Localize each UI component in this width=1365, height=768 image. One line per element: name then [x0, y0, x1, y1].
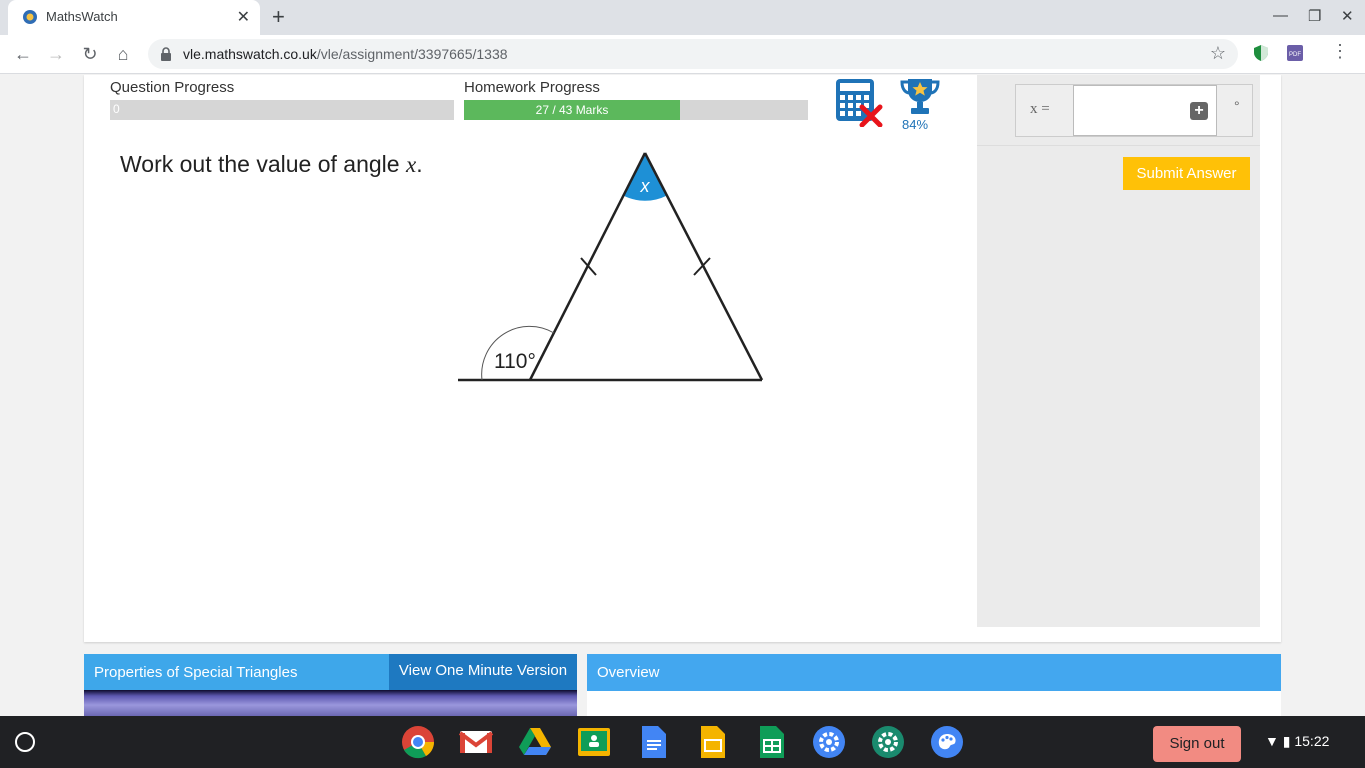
answer-input[interactable]: +: [1073, 85, 1217, 136]
google-docs-icon[interactable]: [636, 725, 670, 759]
submit-answer-button[interactable]: Submit Answer: [1123, 157, 1250, 190]
homework-progress-text: 27 / 43 Marks: [535, 103, 609, 117]
overview-title: Overview: [597, 664, 660, 681]
reload-icon[interactable]: ↻: [79, 43, 101, 65]
exterior-angle-label: 110°: [494, 350, 536, 373]
address-bar[interactable]: vle.mathswatch.co.uk/vle/assignment/3397…: [148, 39, 1238, 69]
status-tray[interactable]: ▼ ▮ 15:22: [1265, 733, 1329, 750]
home-icon[interactable]: ⌂: [112, 43, 134, 65]
right-side: [643, 152, 764, 381]
question-text-end: .: [416, 151, 423, 177]
back-icon[interactable]: ←: [12, 43, 34, 65]
url-path: /vle/assignment/3397665/1338: [316, 46, 508, 62]
minimize-icon[interactable]: —: [1273, 7, 1288, 24]
restore-icon[interactable]: ❐: [1308, 7, 1321, 25]
video-header: Properties of Special Triangles View One…: [84, 654, 577, 691]
degree-unit: °: [1234, 98, 1240, 114]
settings-blue-icon[interactable]: [812, 725, 846, 759]
svg-text:PDF: PDF: [1289, 52, 1301, 58]
sign-out-button[interactable]: Sign out: [1153, 726, 1241, 762]
tab-strip: MathsWatch ✕ + — ❐ ✕: [0, 0, 1365, 35]
question-progress-bar: 0: [110, 100, 454, 120]
canvas-paint-icon[interactable]: [930, 725, 964, 759]
overview-header: Overview: [587, 654, 1281, 691]
homework-progress-bar: 27 / 43 Marks: [464, 100, 808, 120]
google-sheets-icon[interactable]: [754, 725, 788, 759]
divider: [977, 145, 1260, 146]
question-variable: x: [405, 152, 417, 177]
top-angle-label: x: [640, 176, 651, 196]
forward-icon[interactable]: →: [45, 43, 67, 65]
lock-icon: [161, 47, 171, 61]
bookmark-star-icon[interactable]: ☆: [1210, 43, 1226, 64]
calculator-not-allowed-icon[interactable]: [834, 77, 884, 127]
browser-toolbar: ← → ↻ ⌂ vle.mathswatch.co.uk/vle/assignm…: [0, 35, 1365, 74]
answer-label: x =: [1030, 101, 1050, 117]
url-domain: vle.mathswatch.co.uk: [183, 46, 317, 62]
question-progress-label: Question Progress: [110, 79, 235, 96]
gmail-icon[interactable]: [459, 725, 493, 759]
video-title: Properties of Special Triangles: [94, 664, 298, 681]
google-classroom-icon[interactable]: [577, 725, 611, 759]
google-drive-icon[interactable]: [518, 725, 552, 759]
overview-body: [587, 691, 1281, 716]
browser-menu-icon[interactable]: ⋮: [1331, 41, 1349, 62]
page-content: Question Progress 0 Homework Progress 27…: [0, 75, 1365, 716]
mathswatch-favicon-icon: [23, 10, 37, 24]
answer-panel: x = + ° Submit Answer: [977, 75, 1260, 627]
trophy-percentage: 84%: [902, 117, 929, 132]
wifi-icon: ▼: [1265, 733, 1279, 749]
browser-tab[interactable]: MathsWatch ✕: [8, 0, 260, 35]
close-window-icon[interactable]: ✕: [1341, 7, 1354, 25]
chrome-icon[interactable]: [401, 725, 435, 759]
new-tab-icon[interactable]: +: [272, 4, 285, 30]
battery-icon: ▮: [1282, 733, 1291, 749]
url-text: vle.mathswatch.co.uk/vle/assignment/3397…: [183, 46, 508, 62]
video-thumbnail[interactable]: [84, 690, 577, 716]
tab-title: MathsWatch: [46, 9, 118, 24]
answer-row: x = + °: [1015, 84, 1253, 137]
homework-progress-label: Homework Progress: [464, 79, 600, 96]
clock: 15:22: [1294, 733, 1330, 749]
os-shelf: Sign out ▼ ▮ 15:22: [0, 716, 1365, 768]
pdf-extension-icon[interactable]: PDF: [1286, 44, 1304, 62]
view-one-minute-button[interactable]: View One Minute Version: [389, 654, 577, 691]
close-tab-icon[interactable]: ✕: [237, 7, 250, 27]
launcher-icon[interactable]: [15, 732, 35, 752]
google-slides-icon[interactable]: [695, 725, 729, 759]
question-text-main: Work out the value of angle: [120, 151, 406, 177]
question-text: Work out the value of angle x.: [120, 151, 423, 178]
triangle-diagram: x 110°: [458, 152, 764, 382]
trophy-icon[interactable]: [899, 76, 941, 116]
plus-icon[interactable]: +: [1190, 102, 1208, 120]
settings-gear-icon[interactable]: [871, 725, 905, 759]
question-progress-value: 0: [113, 102, 120, 116]
question-card: Question Progress 0 Homework Progress 27…: [84, 75, 1281, 642]
shield-extension-icon[interactable]: [1252, 44, 1270, 62]
